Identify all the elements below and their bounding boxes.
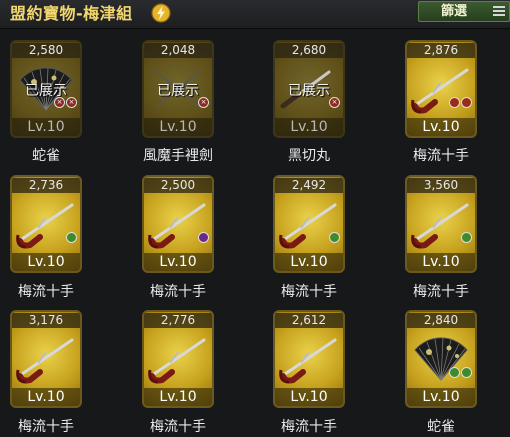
treasure-card[interactable]: 2,048 已展示 × Lv.10 bbox=[142, 40, 214, 138]
skill-badges bbox=[198, 232, 209, 243]
treasure-cost: 2,840 bbox=[407, 313, 475, 328]
green-skill-icon bbox=[461, 367, 472, 378]
treasure-cost: 2,680 bbox=[275, 43, 343, 58]
header-bar: 盟約寶物-梅津組 篩選 bbox=[0, 0, 510, 29]
jitte-icon bbox=[279, 332, 339, 384]
treasure-card[interactable]: 3,560 Lv.10 bbox=[405, 175, 477, 273]
treasure-cost: 3,560 bbox=[407, 178, 475, 193]
skill-badges: × bbox=[198, 97, 209, 108]
treasure-level: Lv.10 bbox=[12, 253, 80, 271]
treasure-cost: 2,048 bbox=[144, 43, 212, 58]
treasure-level: Lv.10 bbox=[144, 388, 212, 406]
filter-label: 篩選 bbox=[441, 4, 468, 19]
treasure-name: 風魔手裡劍 bbox=[143, 148, 213, 164]
treasure-level: Lv.10 bbox=[407, 253, 475, 271]
skill-badges bbox=[66, 232, 77, 243]
treasure-level: Lv.10 bbox=[275, 118, 343, 136]
cross-badge-icon: × bbox=[198, 97, 209, 108]
treasure-name: 蛇雀 bbox=[427, 419, 455, 435]
treasure-level: Lv.10 bbox=[407, 388, 475, 406]
green-skill-icon bbox=[449, 367, 460, 378]
purple-skill-icon bbox=[198, 232, 209, 243]
green-skill-icon bbox=[66, 232, 77, 243]
treasure-level: Lv.10 bbox=[275, 253, 343, 271]
cross-badge-icon: × bbox=[329, 97, 340, 108]
skill-badges bbox=[449, 367, 472, 378]
treasure-card[interactable]: 2,736 Lv.10 bbox=[10, 175, 82, 273]
treasure-name: 蛇雀 bbox=[32, 148, 60, 164]
treasure-name: 梅流十手 bbox=[281, 284, 337, 300]
red-skill-icon bbox=[461, 97, 472, 108]
cross-badge-icon: × bbox=[66, 97, 77, 108]
treasure-name: 梅流十手 bbox=[413, 284, 469, 300]
green-skill-icon bbox=[461, 232, 472, 243]
treasure-name: 梅流十手 bbox=[413, 148, 469, 164]
treasure-card[interactable]: 2,680 已展示 × Lv.10 bbox=[273, 40, 345, 138]
treasure-level: Lv.10 bbox=[144, 118, 212, 136]
treasure-cost: 2,776 bbox=[144, 313, 212, 328]
skill-badges bbox=[329, 232, 340, 243]
treasure-cost: 3,176 bbox=[12, 313, 80, 328]
treasure-card[interactable]: 2,580 已展示 × × Lv.10 bbox=[10, 40, 82, 138]
menu-icon bbox=[493, 6, 505, 16]
treasure-card[interactable]: 2,492 Lv.10 bbox=[273, 175, 345, 273]
treasure-cost: 2,612 bbox=[275, 313, 343, 328]
jitte-icon bbox=[16, 332, 76, 384]
treasure-name: 梅流十手 bbox=[281, 419, 337, 435]
treasure-card[interactable]: 2,776 Lv.10 bbox=[142, 310, 214, 408]
treasure-name: 黑切丸 bbox=[288, 148, 330, 164]
treasure-card[interactable]: 2,612 Lv.10 bbox=[273, 310, 345, 408]
treasure-level: Lv.10 bbox=[275, 388, 343, 406]
treasure-level: Lv.10 bbox=[12, 388, 80, 406]
treasure-cost: 2,492 bbox=[275, 178, 343, 193]
cross-badge-icon: × bbox=[54, 97, 65, 108]
jitte-icon bbox=[148, 332, 208, 384]
treasure-card[interactable]: 2,500 Lv.10 bbox=[142, 175, 214, 273]
treasure-level: Lv.10 bbox=[407, 118, 475, 136]
treasure-cost: 2,500 bbox=[144, 178, 212, 193]
treasure-card[interactable]: 2,876 Lv.10 bbox=[405, 40, 477, 138]
treasure-name: 梅流十手 bbox=[150, 419, 206, 435]
treasure-name: 梅流十手 bbox=[18, 419, 74, 435]
filter-button[interactable]: 篩選 bbox=[418, 1, 510, 22]
treasure-level: Lv.10 bbox=[12, 118, 80, 136]
skill-badges bbox=[461, 232, 472, 243]
lightning-icon[interactable] bbox=[151, 3, 171, 23]
treasure-name: 梅流十手 bbox=[18, 284, 74, 300]
page-title: 盟約寶物-梅津組 bbox=[10, 4, 133, 23]
red-skill-icon bbox=[449, 97, 460, 108]
treasure-cost: 2,876 bbox=[407, 43, 475, 58]
skill-badges: × bbox=[329, 97, 340, 108]
treasure-cost: 2,736 bbox=[12, 178, 80, 193]
treasure-cost: 2,580 bbox=[12, 43, 80, 58]
green-skill-icon bbox=[329, 232, 340, 243]
skill-badges: × × bbox=[54, 97, 77, 108]
treasure-level: Lv.10 bbox=[144, 253, 212, 271]
treasure-card[interactable]: 2,840 Lv.10 bbox=[405, 310, 477, 408]
treasure-name: 梅流十手 bbox=[150, 284, 206, 300]
treasure-card[interactable]: 3,176 Lv.10 bbox=[10, 310, 82, 408]
skill-badges bbox=[449, 97, 472, 108]
